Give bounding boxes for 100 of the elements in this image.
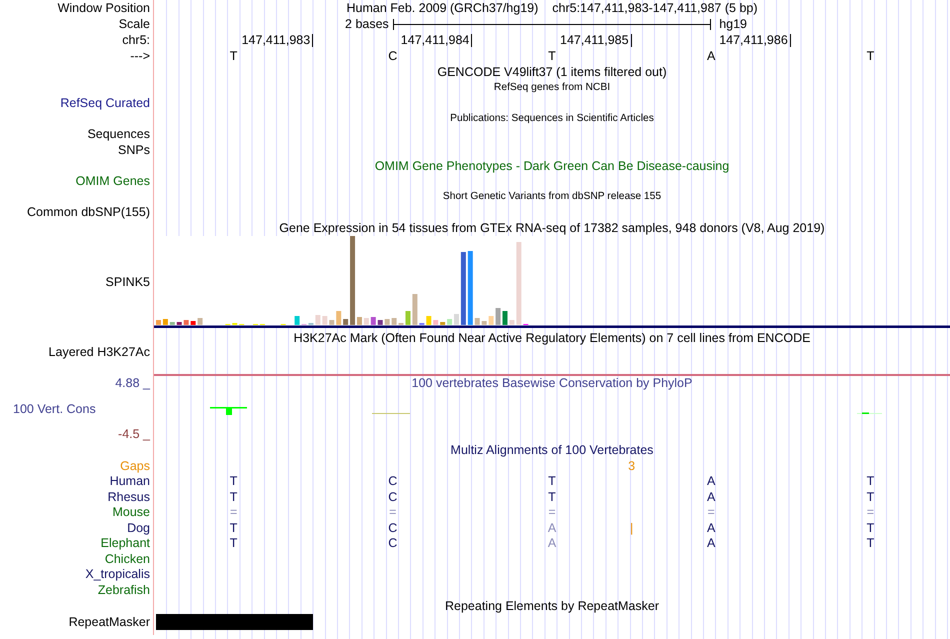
base-letter: C (388, 49, 398, 63)
track-description: Publications: Sequences in Scientific Articles (450, 113, 654, 124)
expression-bar (509, 320, 514, 325)
expression-bar (482, 321, 487, 325)
species-label: Mouse (112, 505, 150, 520)
base-letter: C (388, 474, 398, 488)
track-label: OMIM Genes (76, 174, 150, 188)
position-range: chr5:147,411,983-147,411,987 (5 bp) (552, 1, 758, 15)
base-letter: T (230, 490, 238, 504)
track-title: GENCODE V49lift37 (1 items filtered out) (437, 65, 667, 79)
base-letter: T (230, 474, 238, 488)
position-tick: 147,411,986 (719, 34, 791, 46)
expression-bar (294, 316, 300, 325)
expression-bar (156, 320, 161, 325)
species-label: Rhesus (108, 490, 150, 504)
expression-bar (426, 316, 432, 325)
species-label: Gaps (120, 458, 150, 473)
axis-min: -4.5 _ (118, 427, 150, 441)
species-label: Human (110, 474, 150, 488)
base-letter: T (548, 49, 556, 63)
track-title: H3K27Ac Mark (Often Found Near Active Regulatory Elements) on 7 cell lines from ENCODE (292, 330, 812, 345)
position-tick: 147,411,983 (242, 34, 314, 46)
base-letter: A (707, 536, 716, 550)
track-label: Common dbSNP(155) (27, 205, 150, 220)
base-letter: = (230, 505, 238, 520)
base-letter: A (548, 536, 556, 550)
expression-bar (162, 319, 168, 325)
track-label: SNPs (118, 142, 150, 157)
expression-bar (315, 315, 320, 325)
base-letter: T (548, 474, 556, 488)
position-tick: 147,411,985 (560, 34, 632, 46)
base-letter: T (866, 536, 874, 550)
expression-bar (322, 316, 328, 325)
track-description: RefSeq genes from NCBI (494, 82, 610, 94)
expression-bar (343, 319, 348, 325)
track-label: SPINK5 (106, 275, 150, 289)
gap-count: 3 (628, 458, 636, 473)
track-label: Sequences (87, 127, 150, 142)
base-letter: T (866, 520, 874, 535)
expression-bar (190, 321, 196, 325)
base-letter: = (389, 505, 396, 520)
expression-bar (176, 322, 182, 325)
species-label: Elephant (100, 536, 150, 550)
expression-bar (433, 320, 438, 325)
expression-bar (454, 314, 459, 325)
expression-bar (440, 322, 446, 325)
expression-bar (370, 317, 376, 325)
track-label: 100 Vert. Cons (13, 402, 96, 416)
expression-bar (198, 318, 203, 325)
track-label: RefSeq Curated (60, 96, 150, 110)
assembly-title: Human Feb. 2009 (GRCh37/hg19) (346, 1, 538, 15)
expression-bar (496, 308, 501, 325)
assembly-label: hg19 (718, 17, 747, 31)
track-title: Repeating Elements by RepeatMasker (444, 598, 659, 612)
base-letter: T (548, 490, 556, 504)
base-letter: A (707, 474, 716, 488)
track-title: 100 vertebrates Basewise Conservation by PhyloP (412, 376, 692, 390)
strand-label: ---> (130, 49, 150, 63)
row-label: Window Position (58, 1, 150, 15)
expression-bar (488, 316, 494, 325)
expression-bar (329, 320, 334, 325)
base-letter: = (708, 505, 715, 520)
expression-bar (170, 322, 175, 325)
scale-text: 2 bases (345, 17, 390, 31)
base-letter: T (230, 520, 238, 535)
track-title: OMIM Gene Phenotypes - Dark Green Can Be Disease-causing (374, 158, 730, 172)
track-title: Gene Expression in 54 tissues from GTEx RNA-seq of 17382 samples, 948 donors (V8, Aug 2019) (279, 221, 825, 235)
base-letter: T (230, 49, 238, 63)
base-letter: T (866, 49, 874, 63)
track-title: Multiz Alignments of 100 Vertebrates (450, 443, 654, 457)
base-letter: A (548, 520, 556, 535)
track-label: RepeatMasker (68, 615, 150, 629)
expression-bar (392, 318, 397, 325)
row-label: Scale (118, 17, 150, 31)
species-label: Dog (127, 520, 150, 535)
expression-bar (502, 311, 508, 325)
species-label: Chicken (104, 552, 150, 566)
base-letter: C (388, 490, 398, 504)
position-tick: 147,411,984 (400, 34, 472, 46)
base-letter: A (707, 49, 716, 63)
base-letter: = (866, 505, 874, 520)
base-letter: T (866, 474, 874, 488)
insertion-marker: | (630, 520, 634, 535)
track-description: Short Genetic Variants from dbSNP release 155 (442, 191, 662, 202)
expression-bar (184, 320, 189, 325)
track-label: Layered H3K27Ac (48, 345, 150, 359)
expression-bar (378, 320, 383, 325)
expression-bar (474, 318, 480, 325)
species-label: X_tropicalis (85, 567, 150, 582)
expression-bar (364, 318, 369, 325)
expression-bar (412, 294, 418, 325)
row-label: chr5: (122, 33, 150, 47)
expression-bar (336, 311, 342, 325)
base-letter: T (866, 490, 874, 504)
base-letter: T (230, 536, 238, 550)
expression-bar (447, 319, 452, 325)
axis-max: 4.88 _ (115, 376, 150, 390)
base-letter: = (548, 505, 556, 520)
base-letter: A (707, 520, 716, 535)
base-letter: C (388, 536, 398, 550)
